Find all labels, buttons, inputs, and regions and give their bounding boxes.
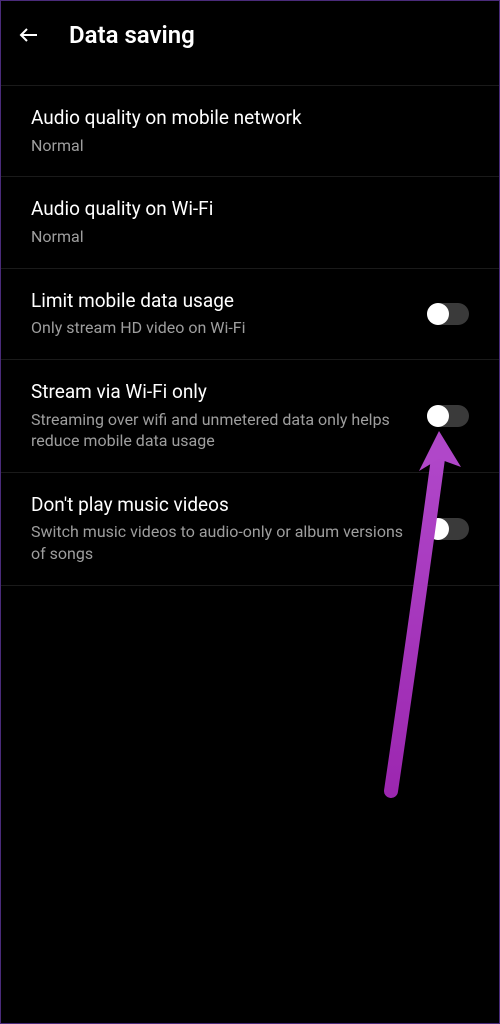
toggle-dont-play-music-videos[interactable] xyxy=(427,518,469,540)
setting-limit-mobile-data[interactable]: Limit mobile data usage Only stream HD v… xyxy=(1,269,499,360)
toggle-stream-wifi-only[interactable] xyxy=(427,405,469,427)
setting-audio-quality-mobile[interactable]: Audio quality on mobile network Normal xyxy=(1,85,499,177)
setting-stream-wifi-only[interactable]: Stream via Wi-Fi only Streaming over wif… xyxy=(1,360,499,473)
setting-subtitle: Switch music videos to audio-only or alb… xyxy=(31,521,411,564)
settings-list: Audio quality on mobile network Normal A… xyxy=(1,85,499,586)
back-icon[interactable] xyxy=(17,23,41,47)
setting-subtitle: Streaming over wifi and unmetered data o… xyxy=(31,409,411,452)
setting-text: Stream via Wi-Fi only Streaming over wif… xyxy=(31,380,427,452)
setting-text: Audio quality on Wi-Fi Normal xyxy=(31,197,469,247)
setting-subtitle: Normal xyxy=(31,135,453,157)
toggle-knob xyxy=(427,405,449,427)
setting-title: Don't play music videos xyxy=(31,493,411,518)
setting-text: Audio quality on mobile network Normal xyxy=(31,106,469,156)
header: Data saving xyxy=(1,1,499,73)
toggle-limit-mobile-data[interactable] xyxy=(427,303,469,325)
setting-subtitle: Normal xyxy=(31,226,453,248)
page-title: Data saving xyxy=(69,21,195,49)
toggle-knob xyxy=(427,518,449,540)
setting-title: Audio quality on Wi-Fi xyxy=(31,197,453,222)
setting-text: Limit mobile data usage Only stream HD v… xyxy=(31,289,427,339)
setting-title: Limit mobile data usage xyxy=(31,289,411,314)
setting-audio-quality-wifi[interactable]: Audio quality on Wi-Fi Normal xyxy=(1,177,499,268)
setting-text: Don't play music videos Switch music vid… xyxy=(31,493,427,565)
toggle-knob xyxy=(427,303,449,325)
setting-title: Stream via Wi-Fi only xyxy=(31,380,411,405)
setting-title: Audio quality on mobile network xyxy=(31,106,453,131)
setting-subtitle: Only stream HD video on Wi-Fi xyxy=(31,317,411,339)
setting-dont-play-music-videos[interactable]: Don't play music videos Switch music vid… xyxy=(1,473,499,586)
